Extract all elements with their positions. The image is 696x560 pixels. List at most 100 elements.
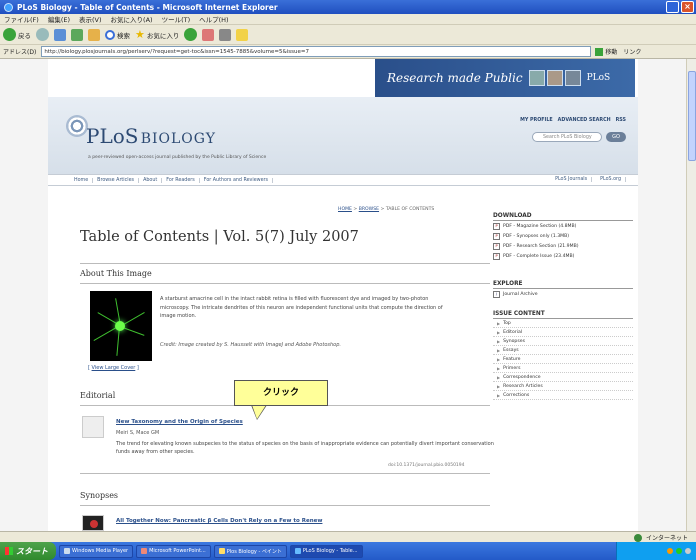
- go-label: 移動: [605, 49, 618, 56]
- address-input[interactable]: http://biology.plosjournals.org/perlserv…: [41, 46, 592, 57]
- home-button[interactable]: [88, 28, 100, 41]
- menu-file[interactable]: ファイル(F): [4, 14, 39, 24]
- synopsis-thumbnail[interactable]: [82, 515, 104, 531]
- nav-home[interactable]: Home: [70, 177, 94, 183]
- taskbar-button-ie[interactable]: PLoS Biology - Table...: [289, 544, 363, 558]
- journal-archive-label: Journal Archive: [503, 291, 538, 297]
- maximize-button[interactable]: [666, 1, 679, 13]
- editorial-article-link[interactable]: New Taxonomy and the Origin of Species: [116, 419, 243, 425]
- pdf-icon: P: [493, 232, 500, 240]
- rss-link[interactable]: RSS: [616, 118, 626, 123]
- banner-photo: [564, 70, 581, 86]
- menu-view[interactable]: 表示(V): [79, 14, 102, 24]
- site-search-input[interactable]: Search PLoS Biology: [532, 132, 602, 142]
- stop-button[interactable]: [54, 28, 66, 41]
- explore-panel: EXPLORE J Journal Archive: [493, 281, 633, 299]
- arrow-right-icon: ▶: [497, 329, 501, 335]
- site-search-button[interactable]: GO: [606, 132, 626, 142]
- menu-edit[interactable]: 編集(E): [48, 14, 70, 24]
- history-button[interactable]: [184, 28, 198, 41]
- cell-body: [115, 321, 125, 331]
- view-large-cover-link[interactable]: [ View Large Cover ]: [88, 365, 139, 371]
- nav-about[interactable]: About: [139, 177, 163, 183]
- print-button[interactable]: [219, 28, 232, 41]
- download-item[interactable]: P PDF - Magazine Section (4.8MB): [493, 221, 633, 231]
- download-item[interactable]: P PDF - Synopses only (1.3MB): [493, 231, 633, 241]
- nav-browse-articles[interactable]: Browse Articles: [93, 177, 140, 183]
- issue-content-item[interactable]: ▶ Feature: [493, 355, 633, 364]
- favorites-button[interactable]: ★ お気に入り: [135, 28, 179, 41]
- breadcrumb-browse[interactable]: BROWSE: [359, 207, 379, 212]
- nav-plos-journals[interactable]: PLoS Journals: [551, 177, 593, 182]
- plos-logo-icon[interactable]: [66, 115, 88, 137]
- explore-heading: EXPLORE: [493, 281, 633, 289]
- page-viewport: Research made Public PLoS PLoS BIOLOGY a…: [0, 59, 686, 531]
- issue-content-item[interactable]: ▶ Research Articles: [493, 382, 633, 391]
- taskbar-button-paint[interactable]: Plos Biology - ペイント: [213, 544, 287, 558]
- window-titlebar: PLoS Biology - Table of Contents - Micro…: [0, 0, 696, 14]
- back-button[interactable]: 戻る: [3, 28, 31, 41]
- mail-button[interactable]: [202, 28, 215, 41]
- refresh-button[interactable]: [71, 28, 83, 41]
- taskbar-button-media-player[interactable]: Windows Media Player: [59, 544, 134, 558]
- taskbar-button-powerpoint[interactable]: Microsoft PowerPoint...: [136, 544, 211, 558]
- journal-archive-link[interactable]: J Journal Archive: [493, 289, 633, 299]
- folder-button[interactable]: [236, 28, 249, 41]
- masthead-links: MY PROFILE ADVANCED SEARCH RSS: [520, 118, 626, 123]
- menu-favorites[interactable]: お気に入り(A): [111, 14, 153, 24]
- tray-icon[interactable]: [685, 548, 691, 554]
- my-profile-link[interactable]: MY PROFILE: [520, 118, 553, 123]
- taskbar: スタート Windows Media Player Microsoft Powe…: [0, 542, 696, 560]
- vertical-scrollbar[interactable]: [686, 59, 696, 531]
- links-label[interactable]: リンク: [623, 47, 641, 56]
- download-item-label: PDF - Research Section (21.9MB): [503, 243, 579, 249]
- address-label: アドレス(D): [3, 49, 37, 56]
- synopses-heading: Synopses: [80, 491, 119, 500]
- forward-button[interactable]: [36, 28, 49, 41]
- issue-content-label: Corrections: [503, 392, 530, 398]
- cover-image[interactable]: [90, 291, 152, 361]
- download-heading: DOWNLOAD: [493, 213, 633, 221]
- task-label: Windows Media Player: [72, 548, 129, 554]
- issue-content-item[interactable]: ▶ Primers: [493, 364, 633, 373]
- nav-for-authors[interactable]: For Authors and Reviewers: [200, 177, 274, 183]
- article-thumbnail[interactable]: [82, 416, 104, 438]
- close-button[interactable]: ×: [681, 1, 694, 13]
- go-button[interactable]: 移動: [595, 47, 617, 56]
- menu-help[interactable]: ヘルプ(H): [199, 14, 228, 24]
- issue-content-label: Primers: [503, 365, 521, 371]
- plos-site: Research made Public PLoS PLoS BIOLOGY a…: [48, 59, 638, 531]
- nav-plos-org[interactable]: PLoS.org: [596, 177, 626, 182]
- security-zone: インターネット: [633, 533, 688, 542]
- download-item[interactable]: P PDF - Complete Issue (23.4MB): [493, 251, 633, 261]
- task-label: Microsoft PowerPoint...: [149, 548, 206, 554]
- download-item[interactable]: P PDF - Research Section (21.9MB): [493, 241, 633, 251]
- synopsis-article-link[interactable]: All Together Now: Pancreatic β Cells Don…: [116, 518, 322, 524]
- nav-for-readers[interactable]: For Readers: [162, 177, 200, 183]
- issue-content-item[interactable]: ▶ Synopses: [493, 337, 633, 346]
- issue-content-item[interactable]: ▶ Top: [493, 319, 633, 328]
- breadcrumb-home[interactable]: HOME: [338, 207, 352, 212]
- menu-tools[interactable]: ツール(T): [162, 14, 191, 24]
- page-title: Table of Contents | Vol. 5(7) July 2007: [80, 229, 359, 245]
- scrollbar-thumb[interactable]: [688, 71, 696, 161]
- start-button[interactable]: スタート: [0, 542, 56, 560]
- journal-title[interactable]: PLoS BIOLOGY: [86, 124, 216, 148]
- address-url: http://biology.plosjournals.org/perlserv…: [44, 48, 310, 55]
- issue-content-item[interactable]: ▶ Essays: [493, 346, 633, 355]
- tray-icon[interactable]: [667, 548, 673, 554]
- issue-content-item[interactable]: ▶ Editorial: [493, 328, 633, 337]
- start-label: スタート: [16, 546, 48, 556]
- zone-label: インターネット: [645, 535, 688, 542]
- promo-banner[interactable]: Research made Public PLoS: [375, 59, 635, 97]
- tray-icon[interactable]: [676, 548, 682, 554]
- arrow-right-icon: ▶: [497, 374, 501, 380]
- issue-content-item[interactable]: ▶ Corrections: [493, 391, 633, 400]
- issue-content-item[interactable]: ▶ Correspondence: [493, 373, 633, 382]
- arrow-right-icon: ▶: [497, 320, 501, 326]
- advanced-search-link[interactable]: ADVANCED SEARCH: [558, 118, 611, 123]
- go-arrow-icon: [595, 47, 604, 56]
- search-button[interactable]: 検索: [105, 29, 130, 40]
- editorial-article-desc: The trend for elevating known subspecies…: [116, 441, 494, 455]
- journal-subtitle: a peer-reviewed open-access journal publ…: [88, 155, 267, 160]
